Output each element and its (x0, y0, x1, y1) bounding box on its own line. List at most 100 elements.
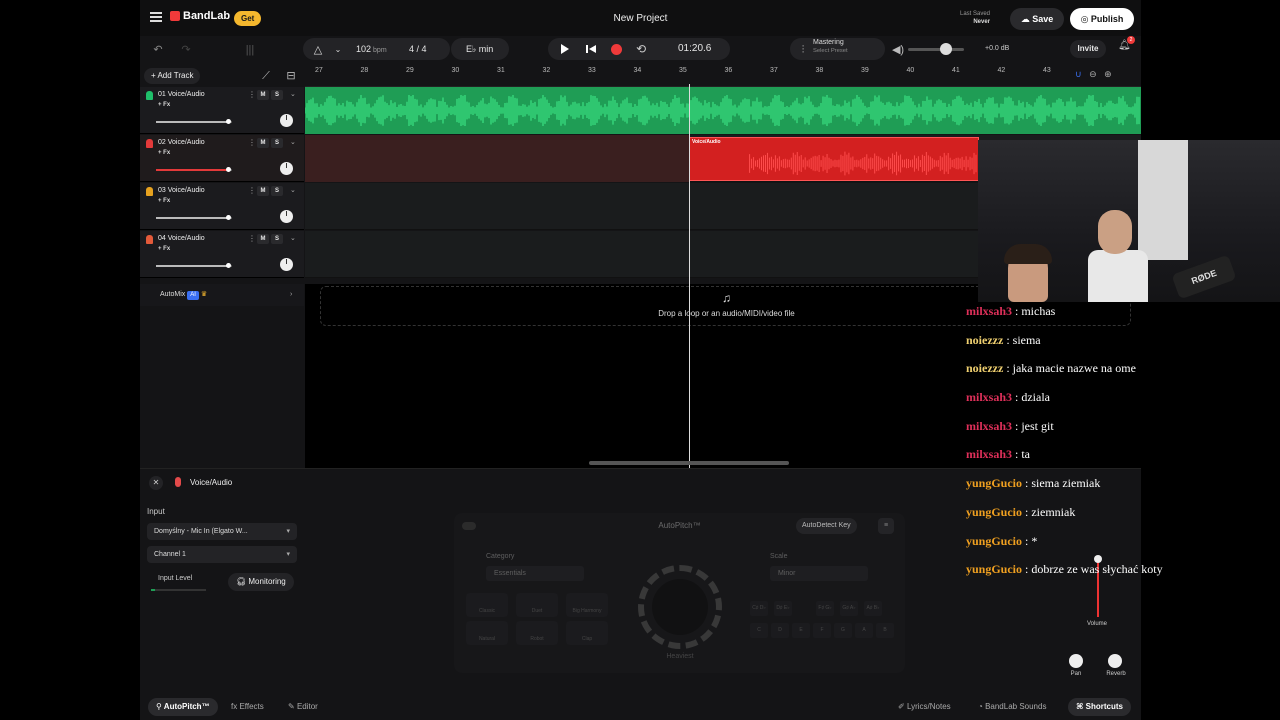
preset-option[interactable]: Natural (466, 621, 508, 645)
preset-option[interactable]: Classic (466, 593, 508, 617)
automation-icon[interactable]: ⟋ (258, 68, 274, 84)
solo-button[interactable]: S (271, 90, 283, 100)
chevron-down-icon[interactable]: ⌄ (330, 42, 346, 58)
audio-clip-green[interactable] (305, 87, 1141, 134)
track-header[interactable]: 01 Voice/Audio ⋮ M S ⌄ + Fx (140, 87, 304, 134)
more-icon[interactable]: ⋮ (248, 234, 256, 243)
bpm-field[interactable]: 102 bpm (356, 38, 387, 62)
scale-select[interactable]: Minor (770, 566, 868, 581)
speaker-icon[interactable]: ◀) (890, 42, 906, 58)
invite-button[interactable]: Invite (1070, 40, 1106, 58)
track-volume-knob[interactable] (226, 263, 232, 268)
solo-button[interactable]: S (271, 186, 283, 196)
tab-editor[interactable]: ✎ Editor (280, 698, 326, 716)
track-volume-knob[interactable] (226, 167, 232, 172)
chevron-down-icon[interactable]: ⌄ (290, 186, 296, 194)
more-icon[interactable]: ⋮ (248, 90, 256, 99)
channel-select[interactable]: Channel 1 (147, 546, 297, 563)
tab-bandlab-sounds[interactable]: ◔ BandLab Sounds (970, 698, 1054, 716)
more-icon[interactable]: ⋮ (248, 186, 256, 195)
time-signature[interactable]: 4 / 4 (409, 38, 427, 60)
monitoring-button[interactable]: 🎧︎ Monitoring (228, 573, 294, 591)
scale-note-toggle[interactable]: C♯ D♭ (750, 601, 768, 616)
add-fx-button[interactable]: + Fx (158, 198, 170, 204)
fit-icon[interactable]: ⊟ (283, 68, 299, 84)
playhead[interactable] (689, 84, 690, 468)
category-select[interactable]: Essentials (486, 566, 584, 581)
mixer-icon[interactable]: ||| (242, 42, 258, 58)
loop-icon[interactable]: ⟲ (634, 42, 648, 56)
scale-note-toggle[interactable]: D (771, 623, 789, 638)
magnet-icon[interactable]: ∪ (1075, 69, 1082, 79)
track-header[interactable]: 04 Voice/Audio ⋮ M S ⌄ + Fx (140, 231, 304, 278)
track-name[interactable]: 02 Voice/Audio (158, 139, 205, 146)
solo-button[interactable]: S (271, 234, 283, 244)
more-icon[interactable]: ⋮ (248, 138, 256, 147)
solo-button[interactable]: S (271, 138, 283, 148)
add-fx-button[interactable]: + Fx (158, 150, 170, 156)
track-pan-knob[interactable] (280, 162, 293, 175)
input-device-select[interactable]: Domyślny - Mic In (Elgato W... (147, 523, 297, 540)
audio-clip-red[interactable]: Voice/Audio (689, 137, 979, 181)
close-icon[interactable]: ✕ (149, 476, 163, 490)
mute-button[interactable]: M (257, 138, 269, 148)
track-name[interactable]: 03 Voice/Audio (158, 187, 205, 194)
track-header[interactable]: 02 Voice/Audio ⋮ M S ⌄ + Fx (140, 135, 304, 182)
track-name[interactable]: 01 Voice/Audio (158, 91, 205, 98)
scale-note-toggle[interactable]: E (792, 623, 810, 638)
add-fx-button[interactable]: + Fx (158, 246, 170, 252)
rewind-button[interactable] (580, 38, 604, 60)
scale-note-toggle[interactable]: G (834, 623, 852, 638)
track-name[interactable]: 04 Voice/Audio (158, 235, 205, 242)
master-volume-slider[interactable] (908, 48, 964, 51)
scale-note-toggle[interactable]: F♯ G♭ (816, 601, 834, 616)
tab-shortcuts[interactable]: ⌘ Shortcuts (1068, 698, 1131, 716)
add-fx-button[interactable]: + Fx (158, 102, 170, 108)
preset-option[interactable]: Big Harmony (566, 593, 608, 617)
track-volume-knob[interactable] (226, 215, 232, 220)
tab-lyrics[interactable]: ✐ Lyrics/Notes (890, 698, 959, 716)
autodetect-key-button[interactable]: AutoDetect Key (796, 518, 857, 534)
scale-note-toggle[interactable]: A♯ B♭ (864, 601, 882, 616)
scale-note-toggle[interactable]: C (750, 623, 768, 638)
record-button[interactable] (611, 44, 622, 55)
tab-autopitch[interactable]: ⚲ AutoPitch™ (148, 698, 218, 716)
automix-row[interactable]: AutoMix AI ♛ › (140, 284, 304, 306)
track-volume-slider[interactable] (156, 167, 232, 172)
scale-note-toggle[interactable]: B (876, 623, 894, 638)
chevron-down-icon[interactable]: ⌄ (290, 90, 296, 98)
track-lane-1[interactable] (305, 87, 1141, 134)
zoom-out-icon[interactable]: ⊖ (1089, 69, 1097, 79)
preset-option[interactable]: Robot (516, 621, 558, 645)
pan-knob[interactable] (1069, 654, 1083, 668)
scale-note-toggle[interactable]: D♯ E♭ (774, 601, 792, 616)
mute-button[interactable]: M (257, 186, 269, 196)
track-volume-knob[interactable] (226, 119, 232, 124)
mute-button[interactable]: M (257, 234, 269, 244)
tab-effects[interactable]: fx Effects (223, 698, 272, 716)
horizontal-scrollbar[interactable] (589, 461, 789, 465)
reverb-knob[interactable] (1108, 654, 1122, 668)
scale-note-toggle[interactable]: A (855, 623, 873, 638)
add-track-button[interactable]: + Add Track (144, 68, 201, 84)
preset-option[interactable]: Clap (566, 621, 608, 645)
chevron-down-icon[interactable]: ⌄ (290, 234, 296, 242)
metronome-icon[interactable]: △ (310, 42, 326, 58)
mute-button[interactable]: M (257, 90, 269, 100)
zoom-in-icon[interactable]: ⊕ (1104, 69, 1112, 79)
scale-note-toggle[interactable]: F (813, 623, 831, 638)
track-volume-slider[interactable] (156, 215, 232, 220)
master-volume-knob[interactable] (940, 43, 952, 55)
settings-icon[interactable]: ≡ (878, 518, 894, 534)
autopitch-knob[interactable] (638, 565, 722, 649)
preset-option[interactable]: Duet (516, 593, 558, 617)
track-volume-slider[interactable] (156, 119, 232, 124)
track-pan-knob[interactable] (280, 210, 293, 223)
timeline-ruler[interactable]: 27 28 29 30 31 32 33 34 35 36 37 38 39 40 41 42 43 (305, 64, 1141, 87)
track-volume-slider[interactable] (156, 263, 232, 268)
track-header[interactable]: 03 Voice/Audio ⋮ M S ⌄ + Fx (140, 183, 304, 230)
redo-icon[interactable]: ↷ (178, 42, 194, 58)
play-button[interactable] (551, 38, 577, 60)
mastering-button[interactable]: Mastering Select Preset (813, 38, 848, 56)
key-selector[interactable]: E♭ min (466, 38, 493, 60)
